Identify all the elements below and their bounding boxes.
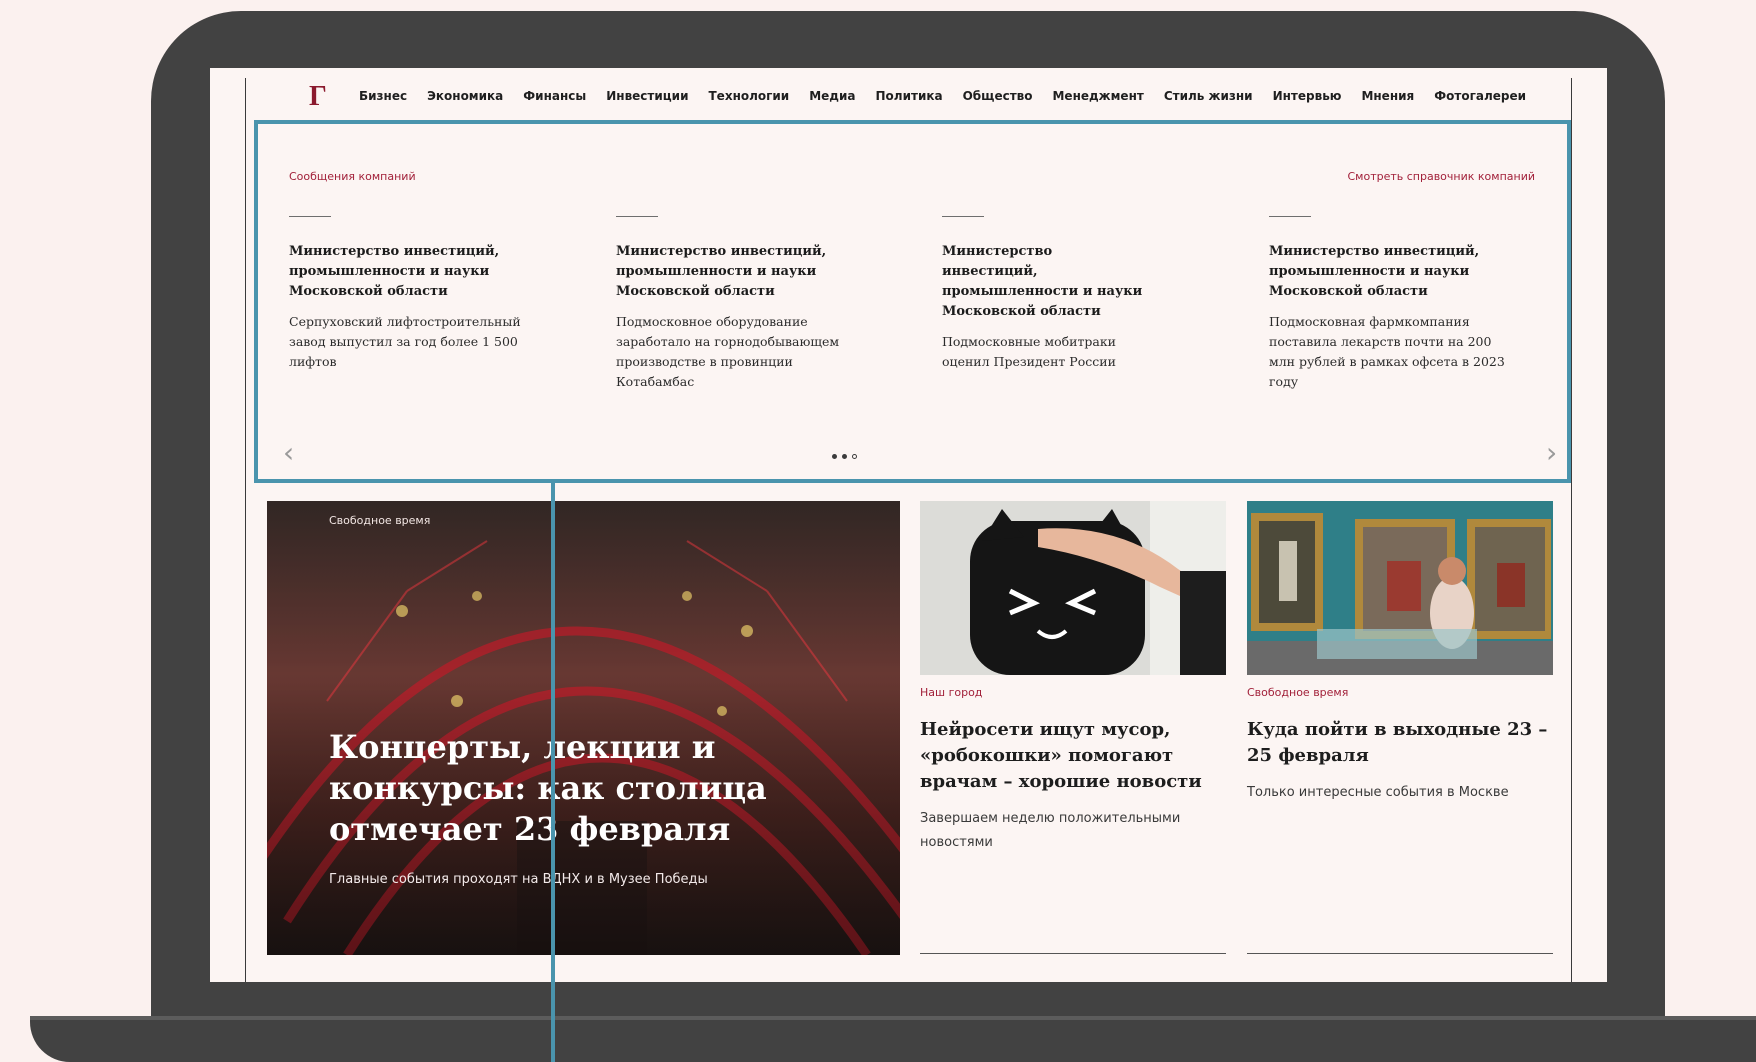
- laptop-base: [30, 1016, 1756, 1062]
- press-releases-label: Сообщения компаний: [289, 170, 416, 183]
- laptop-hinge: [30, 1016, 1756, 1020]
- news-card[interactable]: Свободное время Куда пойти в выходные 23…: [1247, 501, 1553, 954]
- press-item-source: Министерство инвестиций, промышленности …: [1269, 244, 1480, 299]
- hero-article[interactable]: Свободное время Концерты, лекции и конку…: [267, 501, 900, 955]
- news-card-description: Завершаем неделю положительными новостям…: [920, 811, 1181, 850]
- nav-item-finance[interactable]: Финансы: [523, 89, 586, 103]
- carousel-pagination: [832, 454, 857, 459]
- carousel-dot[interactable]: [842, 454, 847, 459]
- nav-item-society[interactable]: Общество: [963, 89, 1033, 103]
- nav-item-media[interactable]: Медиа: [809, 89, 855, 103]
- news-card-photo[interactable]: [920, 501, 1226, 675]
- divider: [1269, 216, 1311, 217]
- news-card-description: Только интересные события в Москве: [1247, 785, 1509, 800]
- carousel-dot[interactable]: [832, 454, 837, 459]
- press-item[interactable]: Министерство инвестиций, промышленности …: [942, 216, 1152, 372]
- news-card-kicker[interactable]: Свободное время: [1247, 686, 1553, 699]
- chevron-right-icon[interactable]: ›: [1546, 439, 1557, 467]
- hero-kicker[interactable]: Свободное время: [329, 514, 430, 527]
- press-item[interactable]: Министерство инвестиций, промышленности …: [289, 216, 529, 372]
- page-border-left: [245, 78, 246, 982]
- news-card[interactable]: Наш город Нейросети ищут мусор, «робокош…: [920, 501, 1226, 954]
- nav-item-investments[interactable]: Инвестиции: [606, 89, 688, 103]
- nav-item-business[interactable]: Бизнес: [359, 89, 407, 103]
- nav-item-galleries[interactable]: Фотогалереи: [1434, 89, 1526, 103]
- news-card-title[interactable]: Нейросети ищут мусор, «робокошки» помога…: [920, 717, 1226, 795]
- press-item[interactable]: Министерство инвестиций, промышленности …: [616, 216, 866, 392]
- hero-title[interactable]: Концерты, лекции и конкурсы: как столица…: [329, 727, 799, 850]
- nav-item-opinions[interactable]: Мнения: [1361, 89, 1414, 103]
- press-item-text[interactable]: Подмосковное оборудование заработало на …: [616, 312, 866, 392]
- news-card-kicker[interactable]: Наш город: [920, 686, 1226, 699]
- nav-item-lifestyle[interactable]: Стиль жизни: [1164, 89, 1253, 103]
- hero-subtitle: Главные события проходят на ВДНХ и в Муз…: [329, 872, 708, 887]
- divider: [289, 216, 331, 217]
- press-item-source: Министерство инвестиций, промышленности …: [942, 244, 1143, 319]
- callout-pointer-line: [551, 482, 555, 1062]
- main-nav: Бизнес Экономика Финансы Инвестиции Техн…: [359, 89, 1526, 103]
- press-releases-block: Сообщения компаний Смотреть справочник к…: [254, 120, 1571, 483]
- nav-item-management[interactable]: Менеджмент: [1052, 89, 1143, 103]
- news-card-photo[interactable]: [1247, 501, 1553, 675]
- nav-item-economy[interactable]: Экономика: [427, 89, 503, 103]
- news-card-title[interactable]: Куда пойти в выходные 23 – 25 февраля: [1247, 717, 1553, 769]
- press-item-source: Министерство инвестиций, промышленности …: [616, 244, 827, 299]
- divider: [616, 216, 658, 217]
- divider: [1247, 953, 1553, 954]
- divider: [942, 216, 984, 217]
- nav-item-politics[interactable]: Политика: [876, 89, 943, 103]
- press-item-text[interactable]: Серпуховский лифтостроительный завод вып…: [289, 312, 529, 372]
- nav-item-technology[interactable]: Технологии: [709, 89, 790, 103]
- carousel-dot-active[interactable]: [852, 454, 857, 459]
- press-item[interactable]: Министерство инвестиций, промышленности …: [1269, 216, 1519, 392]
- press-item-source: Министерство инвестиций, промышленности …: [289, 244, 500, 299]
- chevron-left-icon[interactable]: ‹: [283, 439, 294, 467]
- company-directory-link[interactable]: Смотреть справочник компаний: [1347, 170, 1535, 183]
- divider: [920, 953, 1226, 954]
- nav-item-interview[interactable]: Интервью: [1273, 89, 1342, 103]
- site-logo[interactable]: Г: [309, 81, 327, 113]
- press-item-text[interactable]: Подмосковные мобитраки оценил Президент …: [942, 332, 1152, 372]
- page-border-right: [1571, 78, 1572, 982]
- laptop-screen: Г Бизнес Экономика Финансы Инвестиции Те…: [210, 68, 1607, 982]
- press-item-text[interactable]: Подмосковная фармкомпания поставила лека…: [1269, 312, 1519, 392]
